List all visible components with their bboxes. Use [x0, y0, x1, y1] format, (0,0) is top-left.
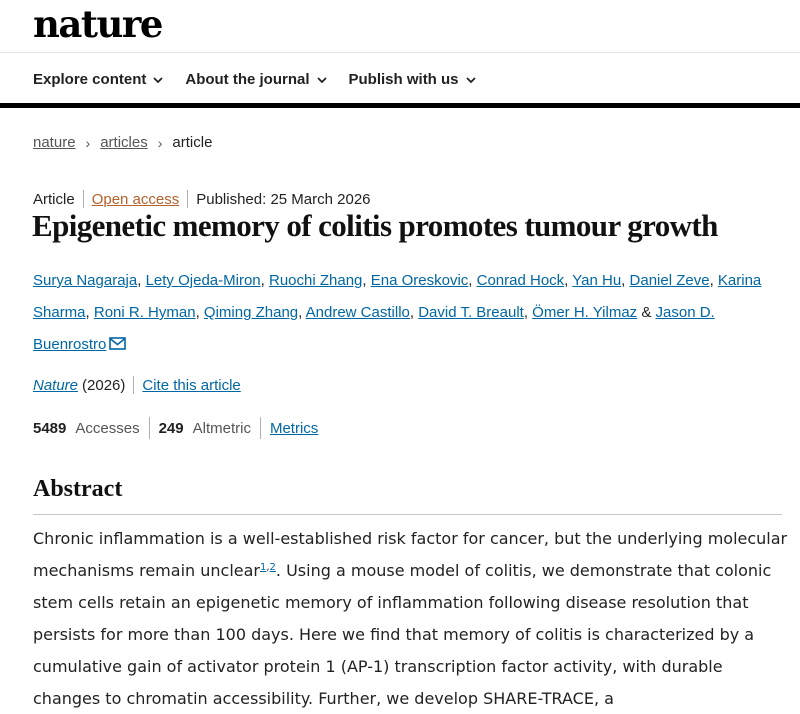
nature-logo[interactable]: nature — [33, 2, 163, 46]
published-date: Published: 25 March 2026 — [196, 190, 371, 208]
chevron-down-icon — [153, 76, 163, 83]
metrics-link[interactable]: Metrics — [270, 420, 318, 437]
author-link[interactable]: Surya Nagaraja — [33, 272, 137, 289]
logo-divider — [0, 52, 800, 53]
chevron-down-icon — [316, 76, 327, 83]
citation-row: Nature (2026) Cite this article — [33, 376, 241, 394]
author-link[interactable]: Ruochi Zhang — [269, 272, 362, 289]
article-meta: Article Open access Published: 25 March … — [33, 190, 371, 208]
accesses-count: 5489 — [33, 419, 67, 437]
accesses-label: Accesses — [75, 419, 140, 437]
open-access-link[interactable]: Open access — [92, 191, 180, 208]
nav-explore-content-label: Explore content — [33, 71, 147, 88]
author-link[interactable]: Qiming Zhang — [204, 304, 298, 321]
meta-divider — [187, 190, 189, 208]
nav-publish-with-us-label: Publish with us — [348, 71, 459, 88]
author-list: Surya Nagaraja, Lety Ojeda-Miron, Ruochi… — [33, 272, 762, 353]
author-link[interactable]: Daniel Zeve — [630, 272, 710, 289]
nav-about-journal[interactable]: About the journal — [185, 71, 327, 88]
abstract-heading: Abstract — [33, 476, 123, 502]
breadcrumb-nature[interactable]: nature — [33, 134, 76, 151]
email-icon[interactable] — [109, 337, 127, 350]
breadcrumb: nature › articles › article — [33, 134, 212, 151]
altmetric-count: 249 — [158, 419, 184, 437]
metrics-row: 5489 Accesses 249 Altmetric Metrics — [33, 417, 318, 439]
nav-explore-content[interactable]: Explore content — [33, 71, 163, 88]
author-link[interactable]: Ömer H. Yilmaz — [532, 304, 637, 321]
article-title: Epigenetic memory of colitis promotes tu… — [32, 208, 718, 243]
publication-year: (2026) — [82, 376, 126, 394]
abstract-text-part-2: . Using a mouse model of colitis, we dem… — [33, 561, 772, 708]
author-link[interactable]: Conrad Hock — [477, 272, 565, 289]
author-link[interactable]: David T. Breault — [418, 304, 524, 321]
chevron-down-icon — [465, 76, 476, 83]
author-link[interactable]: Ena Oreskovic — [371, 272, 469, 289]
metrics-divider — [148, 417, 150, 439]
author-link[interactable]: Yan Hu — [572, 272, 621, 289]
nav-divider — [0, 103, 800, 108]
altmetric-label: Altmetric — [192, 419, 251, 437]
nav-publish-with-us[interactable]: Publish with us — [349, 71, 476, 88]
main-nav: Explore content About the journal Publis… — [33, 71, 476, 88]
metrics-divider — [259, 417, 261, 439]
meta-divider — [82, 190, 84, 208]
author-link[interactable]: Roni R. Hyman — [94, 304, 196, 321]
journal-link[interactable]: Nature — [33, 377, 78, 394]
cite-article-link[interactable]: Cite this article — [142, 377, 240, 394]
breadcrumb-article: article — [172, 134, 213, 151]
masthead: nature Explore content About the journal… — [0, 0, 800, 108]
chevron-right-icon: › — [85, 134, 91, 151]
article-type: Article — [33, 190, 75, 208]
author-link[interactable]: Andrew Castillo — [306, 304, 410, 321]
reference-superscript: 1,2 — [260, 562, 276, 573]
citation-divider — [133, 376, 135, 394]
nav-about-journal-label: About the journal — [185, 71, 310, 88]
abstract-divider — [33, 514, 782, 515]
abstract-text: Chronic inflammation is a well-establish… — [33, 523, 788, 714]
chevron-right-icon: › — [157, 134, 163, 151]
breadcrumb-articles[interactable]: articles — [100, 134, 148, 151]
author-link[interactable]: Lety Ojeda-Miron — [146, 272, 261, 289]
